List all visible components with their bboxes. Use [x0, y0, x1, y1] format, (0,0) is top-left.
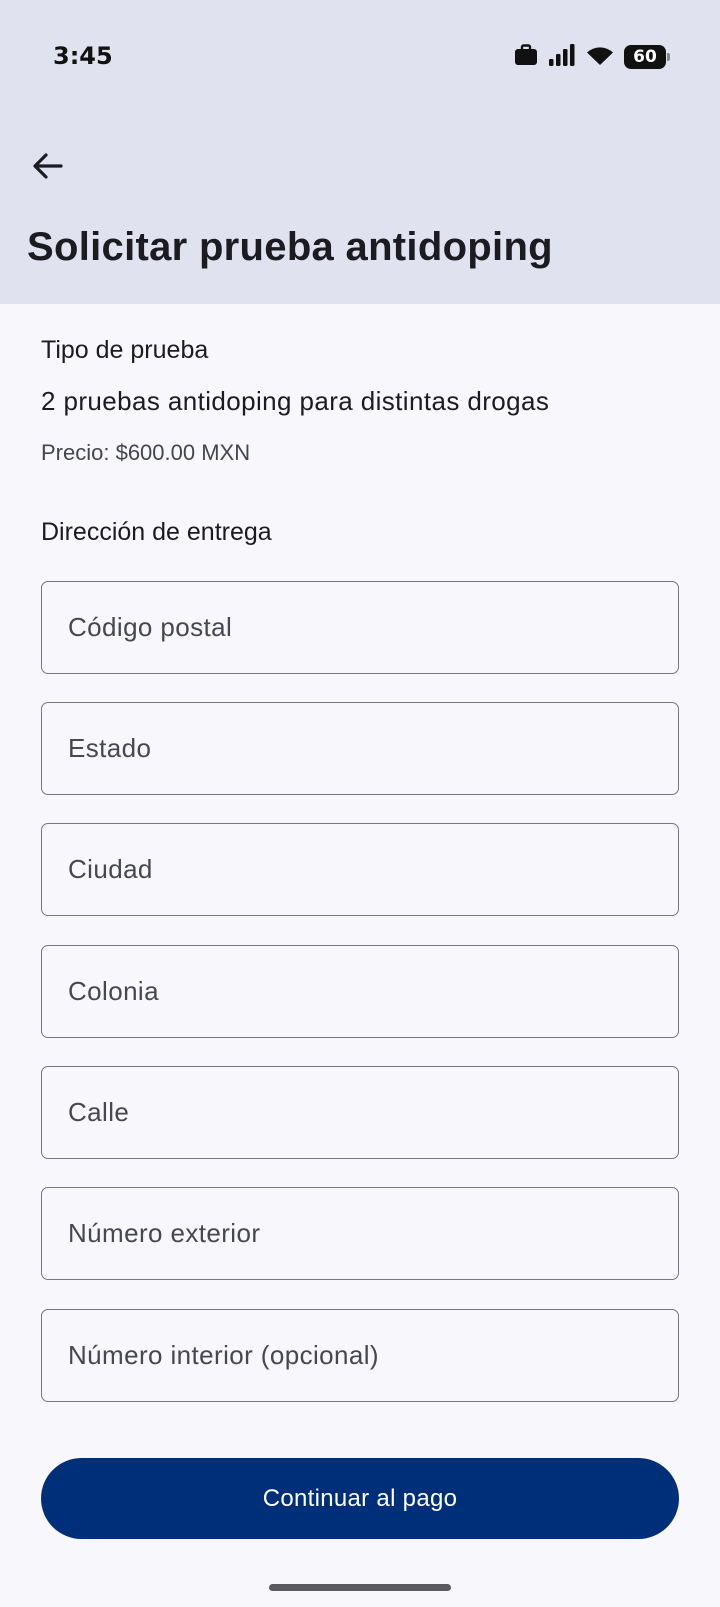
arrow-left-icon	[32, 152, 64, 185]
interior-number-field[interactable]	[41, 1309, 679, 1402]
test-name: 2 pruebas antidoping para distintas drog…	[41, 386, 550, 416]
status-time: 3:45	[53, 42, 113, 70]
status-bar: 3:45 60	[0, 0, 720, 112]
page-title: Solicitar prueba antidoping	[27, 225, 553, 269]
neighborhood-field[interactable]	[41, 945, 679, 1038]
city-field[interactable]	[41, 823, 679, 916]
postal-code-field[interactable]	[41, 581, 679, 674]
app-bar: 3:45 60 Solicitar prueba antidoping	[0, 0, 720, 304]
street-field[interactable]	[41, 1066, 679, 1159]
signal-icon	[548, 43, 576, 71]
continue-to-payment-button[interactable]: Continuar al pago	[41, 1458, 679, 1539]
test-type-label: Tipo de prueba	[41, 336, 209, 364]
delivery-address-label: Dirección de entrega	[41, 518, 272, 546]
test-price: Precio: $600.00 MXN	[41, 440, 251, 465]
battery-icon: 60	[624, 45, 670, 69]
state-field[interactable]	[41, 702, 679, 795]
exterior-number-field[interactable]	[41, 1187, 679, 1280]
back-button[interactable]	[22, 142, 74, 194]
wifi-icon	[586, 44, 614, 71]
status-icons: 60	[514, 43, 670, 71]
battery-level: 60	[624, 45, 666, 69]
home-indicator[interactable]	[269, 1584, 451, 1591]
briefcase-icon	[514, 43, 538, 71]
